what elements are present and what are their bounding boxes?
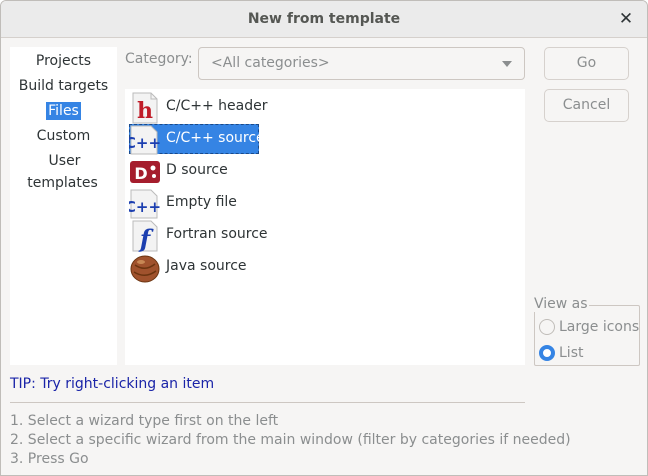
cpp-source-icon: C++ bbox=[129, 125, 161, 155]
svg-text:C++: C++ bbox=[129, 134, 161, 152]
sidebar-item-user-templates[interactable]: User templates bbox=[10, 150, 117, 191]
instruction-line-2: 2. Select a specific wizard from the mai… bbox=[10, 432, 571, 448]
large-icons-radio[interactable] bbox=[539, 319, 555, 335]
sidebar-item-custom[interactable]: Custom bbox=[10, 125, 117, 147]
tip-text: TIP: Try right-clicking an item bbox=[10, 376, 215, 392]
category-dropdown[interactable]: <All categories> bbox=[198, 47, 525, 80]
fortran-icon: f bbox=[132, 220, 158, 252]
instruction-line-1: 1. Select a wizard type first on the lef… bbox=[10, 413, 279, 429]
java-bean-icon bbox=[130, 255, 160, 283]
sidebar-item-projects[interactable]: Projects bbox=[10, 50, 117, 72]
new-from-template-dialog: New from template ✕ Projects Build targe… bbox=[0, 0, 648, 476]
divider bbox=[10, 402, 525, 403]
list-radio[interactable] bbox=[539, 345, 555, 361]
close-icon: ✕ bbox=[618, 9, 634, 29]
cancel-button[interactable]: Cancel bbox=[544, 89, 629, 122]
close-button[interactable]: ✕ bbox=[614, 7, 638, 31]
d-source-icon: D bbox=[130, 161, 160, 183]
h-header-icon: h bbox=[132, 92, 158, 124]
cpp-empty-icon: C++ bbox=[129, 189, 161, 219]
view-as-label: View as bbox=[533, 296, 589, 312]
chevron-down-icon bbox=[502, 61, 512, 67]
category-label: Category: bbox=[125, 51, 193, 67]
template-list: h C/C++ header C++ C/C++ source D D sour… bbox=[125, 89, 525, 365]
dialog-title: New from template bbox=[247, 11, 401, 27]
large-icons-label[interactable]: Large icons bbox=[559, 319, 639, 335]
svg-text:h: h bbox=[137, 98, 153, 124]
sidebar-item-build-targets[interactable]: Build targets bbox=[10, 75, 117, 97]
wizard-type-list: Projects Build targets Files Custom User… bbox=[10, 47, 117, 365]
svg-text:D: D bbox=[134, 164, 147, 183]
category-value: <All categories> bbox=[211, 55, 330, 71]
svg-text:C++: C++ bbox=[129, 198, 161, 216]
list-label[interactable]: List bbox=[559, 345, 583, 361]
go-button[interactable]: Go bbox=[544, 47, 629, 80]
instruction-line-3: 3. Press Go bbox=[10, 451, 89, 467]
title-bar: New from template ✕ bbox=[1, 1, 647, 38]
sidebar-item-files[interactable]: Files bbox=[10, 100, 117, 122]
